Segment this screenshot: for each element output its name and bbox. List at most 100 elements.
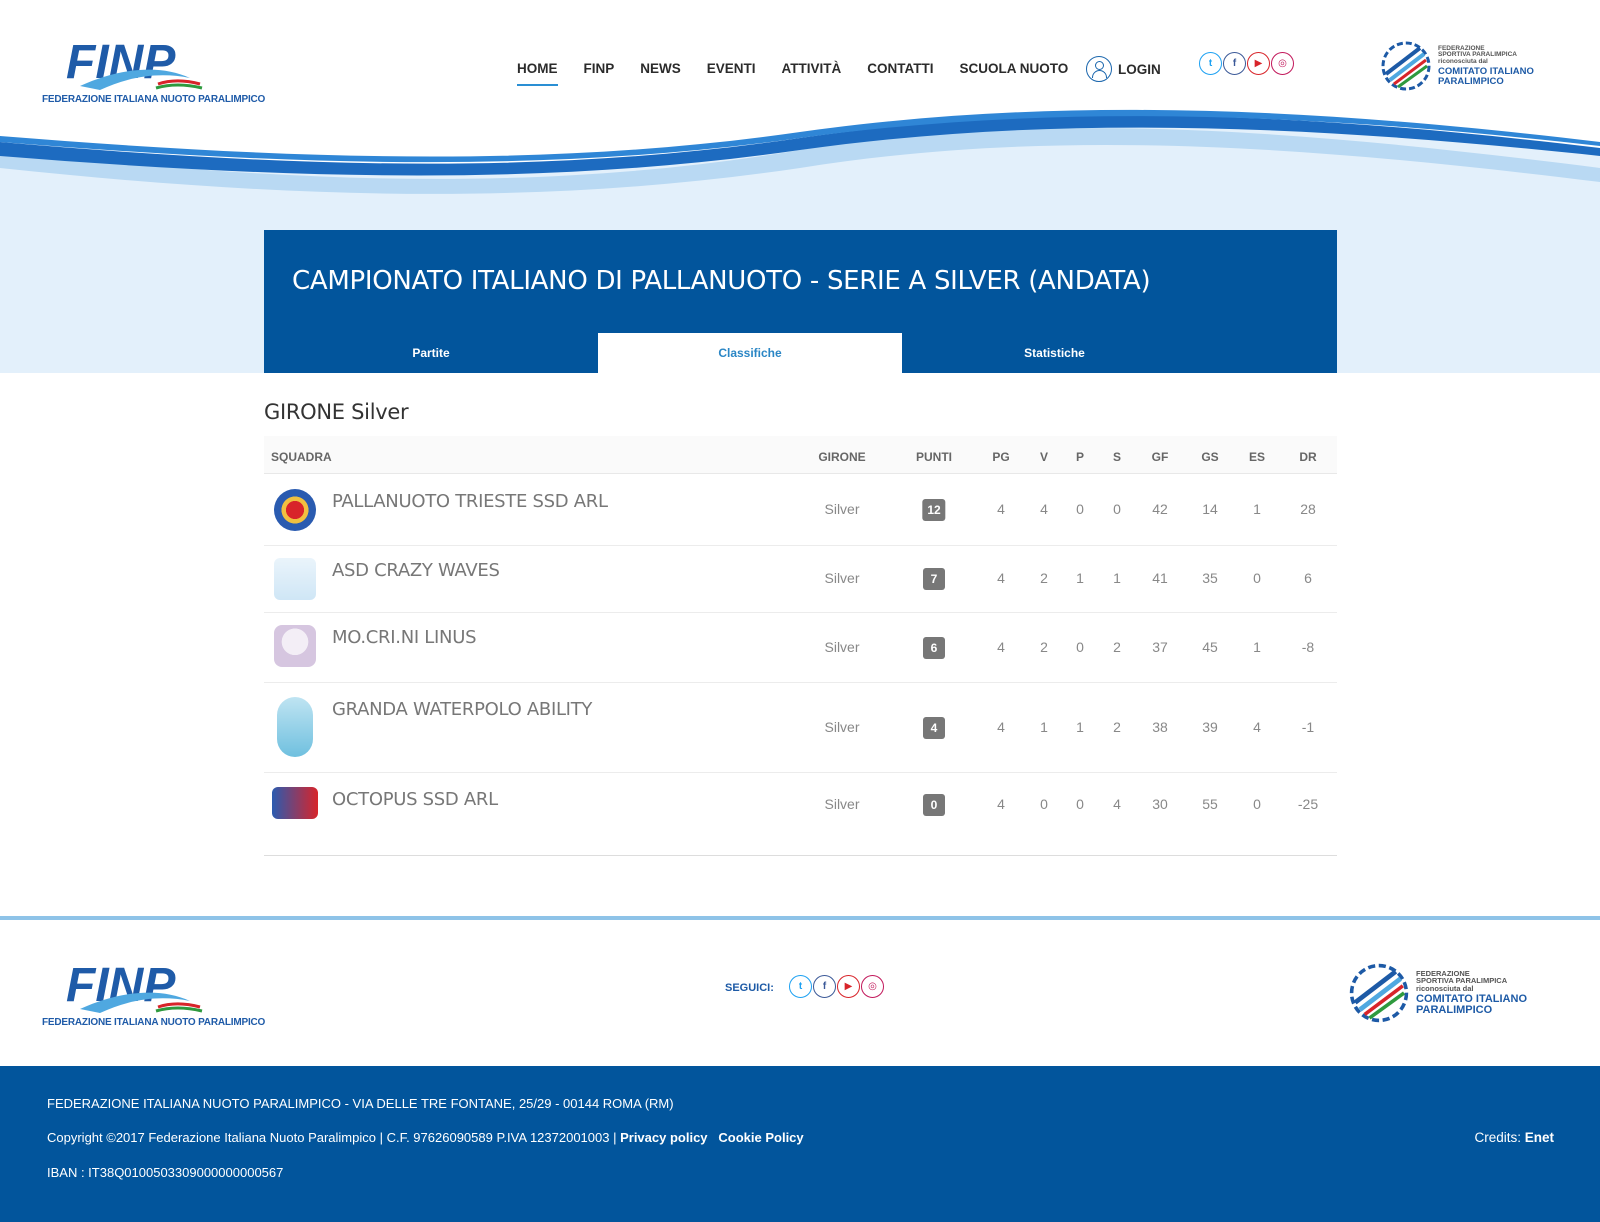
cip-line3: riconosciuta dal bbox=[1438, 57, 1488, 65]
col-v[interactable]: V bbox=[1040, 450, 1048, 464]
login-link[interactable]: LOGIN bbox=[1086, 56, 1161, 82]
col-dr[interactable]: DR bbox=[1299, 450, 1316, 464]
cell-dr: -1 bbox=[1301, 719, 1315, 735]
group-title: GIRONE Silver bbox=[264, 400, 409, 424]
team-name[interactable]: OCTOPUS SSD ARL bbox=[332, 789, 498, 810]
cell-dr: 6 bbox=[1304, 570, 1312, 586]
page-title: CAMPIONATO ITALIANO DI PALLANUOTO - SERI… bbox=[292, 266, 1151, 296]
nav-eventi[interactable]: EVENTI bbox=[707, 58, 756, 86]
team-logo-octopus bbox=[272, 787, 318, 819]
footer-copyright-line: Copyright ©2017 Federazione Italiana Nuo… bbox=[47, 1130, 804, 1145]
cell-v: 2 bbox=[1040, 639, 1048, 655]
nav-attivita[interactable]: ATTIVITÀ bbox=[782, 58, 842, 86]
youtube-icon[interactable]: ▶ bbox=[837, 975, 860, 998]
cip-rings-icon bbox=[1349, 963, 1409, 1023]
table-row: MO.CRI.NI LINUS Silver 6 4 2 0 2 37 45 1… bbox=[264, 613, 1337, 683]
cell-gf: 38 bbox=[1152, 719, 1168, 735]
cell-pg: 4 bbox=[997, 570, 1005, 586]
cell-s: 0 bbox=[1113, 501, 1121, 517]
footer-top: FINP FEDERAZIONE ITALIANA NUOTO PARALIMP… bbox=[0, 916, 1600, 1066]
team-name[interactable]: GRANDA WATERPOLO ABILITY bbox=[332, 699, 592, 720]
page: FINP FEDERAZIONE ITALIANA NUOTO PARALIMP… bbox=[0, 0, 1600, 1222]
seguici-label: SEGUICI: bbox=[725, 982, 774, 994]
footer-cip-logo[interactable]: FEDERAZIONE SPORTIVA PARALIMPICA riconos… bbox=[1348, 962, 1527, 1024]
facebook-icon[interactable]: f bbox=[813, 975, 836, 998]
cell-girone: Silver bbox=[824, 719, 860, 735]
cell-girone: Silver bbox=[824, 796, 860, 812]
team-logo-granda bbox=[277, 697, 313, 757]
cell-pg: 4 bbox=[997, 501, 1005, 517]
cell-es: 1 bbox=[1253, 501, 1261, 517]
cell-girone: Silver bbox=[824, 570, 860, 586]
youtube-icon[interactable]: ▶ bbox=[1247, 52, 1270, 75]
cell-p: 0 bbox=[1076, 639, 1084, 655]
col-girone[interactable]: GIRONE bbox=[818, 450, 865, 464]
cell-p: 0 bbox=[1076, 501, 1084, 517]
nav-scuola-nuoto[interactable]: SCUOLA NUOTO bbox=[960, 58, 1069, 86]
cookie-policy-link[interactable]: Cookie Policy bbox=[718, 1130, 803, 1145]
col-pg[interactable]: PG bbox=[992, 450, 1009, 464]
team-name[interactable]: MO.CRI.NI LINUS bbox=[332, 627, 477, 648]
team-name[interactable]: ASD CRAZY WAVES bbox=[332, 560, 500, 581]
table-row: ASD CRAZY WAVES Silver 7 4 2 1 1 41 35 0… bbox=[264, 546, 1337, 613]
cell-gs: 45 bbox=[1202, 639, 1218, 655]
cell-v: 1 bbox=[1040, 719, 1048, 735]
footer-address: FEDERAZIONE ITALIANA NUOTO PARALIMPICO -… bbox=[47, 1096, 674, 1111]
nav-home[interactable]: HOME bbox=[517, 58, 558, 86]
facebook-icon[interactable]: f bbox=[1223, 52, 1246, 75]
col-p[interactable]: P bbox=[1076, 450, 1084, 464]
cell-s: 2 bbox=[1113, 719, 1121, 735]
cell-gf: 37 bbox=[1152, 639, 1168, 655]
table-row: PALLANUOTO TRIESTE SSD ARL Silver 12 4 4… bbox=[264, 474, 1337, 546]
tab-partite[interactable]: Partite bbox=[264, 333, 598, 373]
tab-statistiche[interactable]: Statistiche bbox=[902, 333, 1207, 373]
instagram-icon[interactable]: ◎ bbox=[1271, 52, 1294, 75]
team-name[interactable]: PALLANUOTO TRIESTE SSD ARL bbox=[332, 491, 608, 512]
finp-logo-mark: FINP bbox=[66, 38, 203, 90]
col-gf[interactable]: GF bbox=[1152, 450, 1169, 464]
championship-panel: CAMPIONATO ITALIANO DI PALLANUOTO - SERI… bbox=[264, 230, 1337, 373]
logo-text: FEDERAZIONE ITALIANA NUOTO PARALIMPICO bbox=[42, 94, 266, 105]
credits-link[interactable]: Enet bbox=[1525, 1130, 1554, 1145]
points-badge: 0 bbox=[923, 794, 945, 816]
points-badge: 6 bbox=[923, 637, 945, 659]
nav-finp[interactable]: FINP bbox=[584, 58, 615, 86]
login-label: LOGIN bbox=[1118, 61, 1161, 77]
footer-finp-logo[interactable]: FINP FEDERAZIONE ITALIANA NUOTO PARALIMP… bbox=[40, 961, 275, 1036]
credits: Credits: Enet bbox=[1474, 1130, 1554, 1145]
cell-p: 0 bbox=[1076, 796, 1084, 812]
cell-v: 2 bbox=[1040, 570, 1048, 586]
user-icon bbox=[1086, 56, 1112, 82]
tab-bar: Partite Classifiche Statistiche bbox=[264, 333, 1337, 373]
standings-table: SQUADRA GIRONE PUNTI PG V P S GF GS ES D… bbox=[264, 436, 1337, 856]
footer-iban: IBAN : IT38Q0100503309000000000567 bbox=[47, 1165, 284, 1180]
twitter-icon[interactable]: t bbox=[789, 975, 812, 998]
instagram-icon[interactable]: ◎ bbox=[861, 975, 884, 998]
points-badge: 7 bbox=[923, 568, 945, 590]
col-s[interactable]: S bbox=[1113, 450, 1121, 464]
nav-news[interactable]: NEWS bbox=[640, 58, 681, 86]
cell-gf: 41 bbox=[1152, 570, 1168, 586]
privacy-policy-link[interactable]: Privacy policy bbox=[620, 1130, 707, 1145]
nav-contatti[interactable]: CONTATTI bbox=[867, 58, 933, 86]
col-gs[interactable]: GS bbox=[1201, 450, 1218, 464]
cell-girone: Silver bbox=[824, 501, 860, 517]
cell-gs: 55 bbox=[1202, 796, 1218, 812]
table-divider bbox=[264, 855, 1337, 856]
cell-pg: 4 bbox=[997, 719, 1005, 735]
twitter-icon[interactable]: t bbox=[1199, 52, 1222, 75]
cell-gs: 14 bbox=[1202, 501, 1218, 517]
finp-logo[interactable]: FINP FEDERAZIONE ITALIANA NUOTO PARALIMP… bbox=[40, 38, 275, 113]
table-row: GRANDA WATERPOLO ABILITY Silver 4 4 1 1 … bbox=[264, 683, 1337, 773]
cell-es: 0 bbox=[1253, 570, 1261, 586]
main-nav: HOME FINP NEWS EVENTI ATTIVITÀ CONTATTI … bbox=[517, 58, 1094, 86]
cip-logo[interactable]: FEDERAZIONE SPORTIVA PARALIMPICA riconos… bbox=[1380, 40, 1534, 92]
cell-pg: 4 bbox=[997, 796, 1005, 812]
footer-finp-logo-mark: FINP bbox=[66, 961, 203, 1013]
col-squadra[interactable]: SQUADRA bbox=[271, 450, 332, 464]
tab-classifiche[interactable]: Classifiche bbox=[598, 333, 902, 373]
cell-es: 0 bbox=[1253, 796, 1261, 812]
col-es[interactable]: ES bbox=[1249, 450, 1265, 464]
cell-v: 4 bbox=[1040, 501, 1048, 517]
col-punti[interactable]: PUNTI bbox=[916, 450, 952, 464]
